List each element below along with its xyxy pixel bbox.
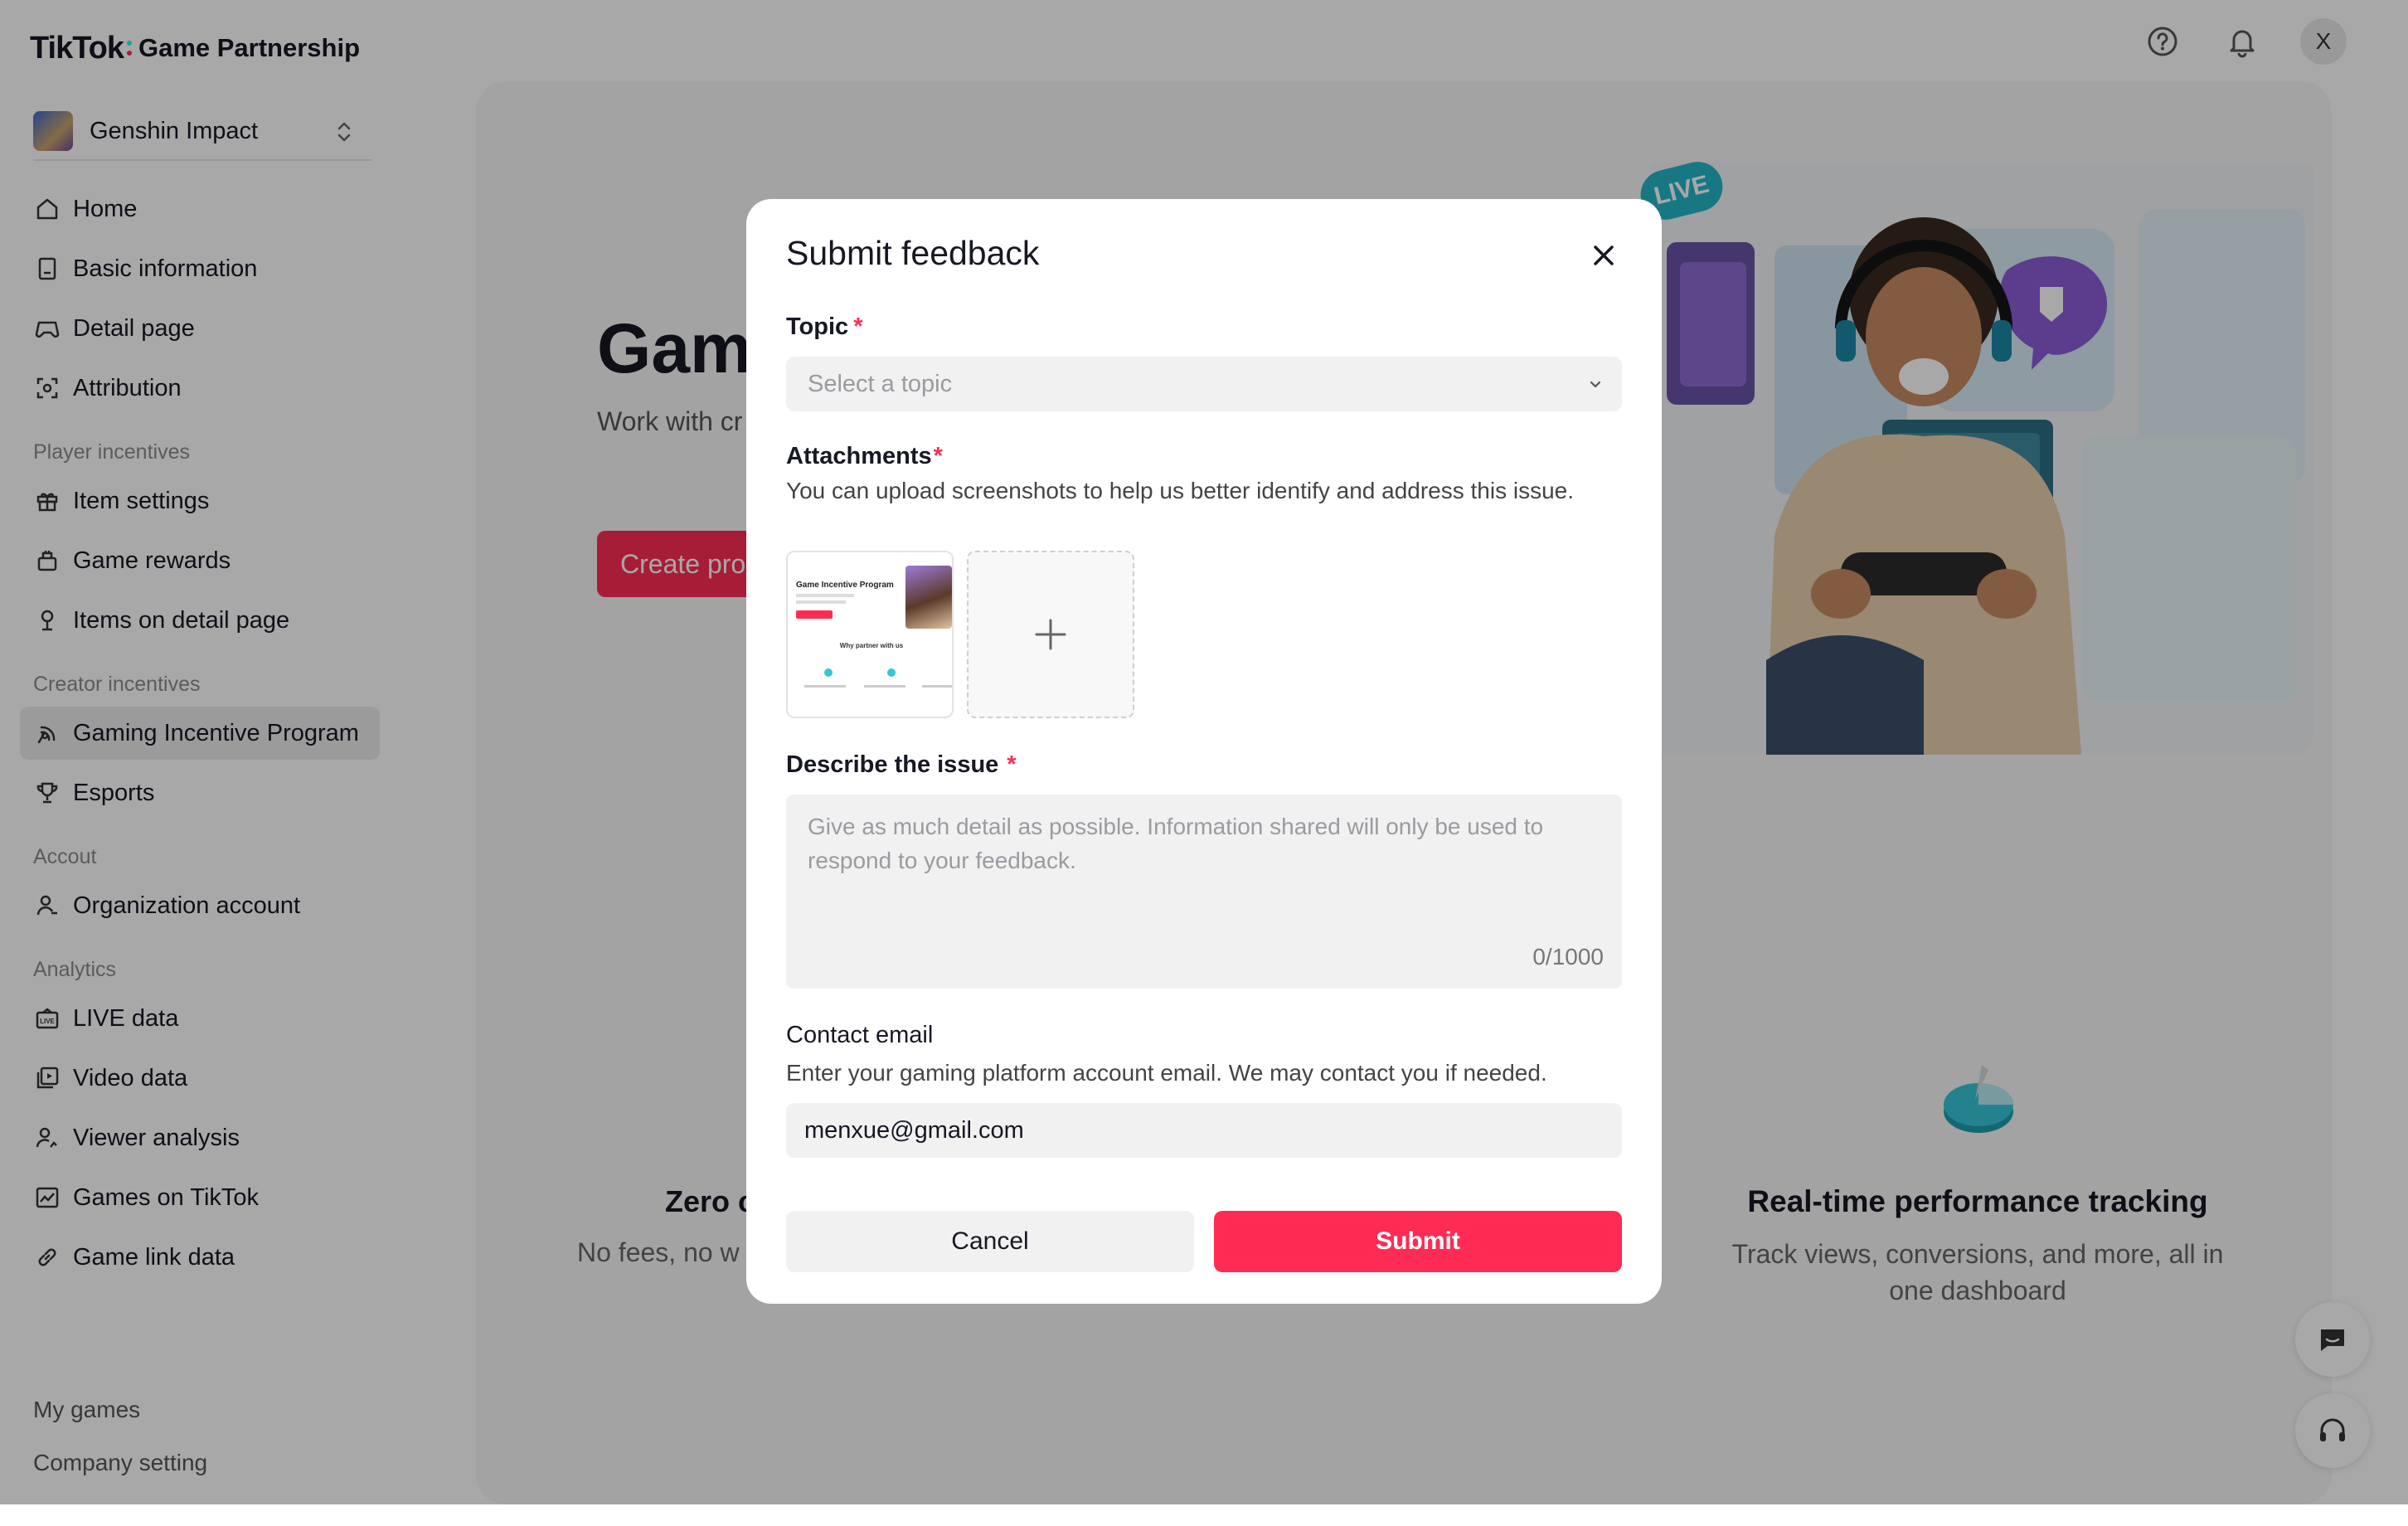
thumbnail-line (864, 685, 905, 688)
required-mark: * (1007, 751, 1017, 778)
email-value: menxue@gmail.com (804, 1116, 1024, 1144)
thumbnail-image (905, 566, 952, 629)
thumbnail-section: Why partner with us (839, 642, 904, 649)
describe-label-text: Describe the issue (786, 751, 999, 778)
describe-label: Describe the issue * (786, 751, 1017, 779)
thumbnail-title: Game Incentive Program (796, 581, 894, 590)
topic-placeholder: Select a topic (808, 370, 953, 397)
email-label: Contact email (786, 1022, 934, 1048)
thumbnail-button (796, 610, 833, 619)
upload-button[interactable] (967, 551, 1134, 718)
char-counter: 0/1000 (1532, 944, 1604, 970)
close-icon[interactable] (1589, 241, 1619, 270)
chevron-down-icon (1590, 381, 1601, 388)
attachment-thumbnail[interactable]: Game Incentive Program Why partner with … (786, 551, 954, 718)
topic-label: Topic * (786, 313, 862, 341)
contact-email-input[interactable]: menxue@gmail.com (786, 1103, 1622, 1158)
topic-label-text: Topic (786, 313, 849, 340)
submit-button[interactable]: Submit (1214, 1211, 1622, 1272)
attachments-label: Attachments* (786, 443, 943, 470)
thumbnail-line (922, 685, 952, 688)
thumbnail-line (804, 685, 846, 688)
thumbnail-dot (824, 668, 833, 677)
cancel-button[interactable]: Cancel (786, 1211, 1194, 1272)
submit-feedback-dialog: Submit feedback Topic * Select a topic At… (746, 199, 1662, 1304)
attachments-label-text: Attachments (786, 443, 932, 469)
attachments-help: You can upload screenshots to help us be… (786, 478, 1575, 503)
bottom-strip (0, 1504, 2408, 1526)
thumbnail-line (796, 594, 854, 597)
required-mark: * (853, 313, 863, 340)
dialog-title: Submit feedback (786, 234, 1040, 272)
describe-issue-textarea[interactable]: Give as much detail as possible. Informa… (786, 795, 1622, 989)
email-help: Enter your gaming platform account email… (786, 1060, 1547, 1086)
topic-select[interactable]: Select a topic (786, 357, 1622, 411)
thumbnail-dot (887, 668, 896, 677)
describe-placeholder: Give as much detail as possible. Informa… (808, 814, 1544, 873)
thumbnail-line (796, 600, 846, 604)
plus-icon (1035, 619, 1066, 650)
required-mark: * (933, 443, 943, 469)
